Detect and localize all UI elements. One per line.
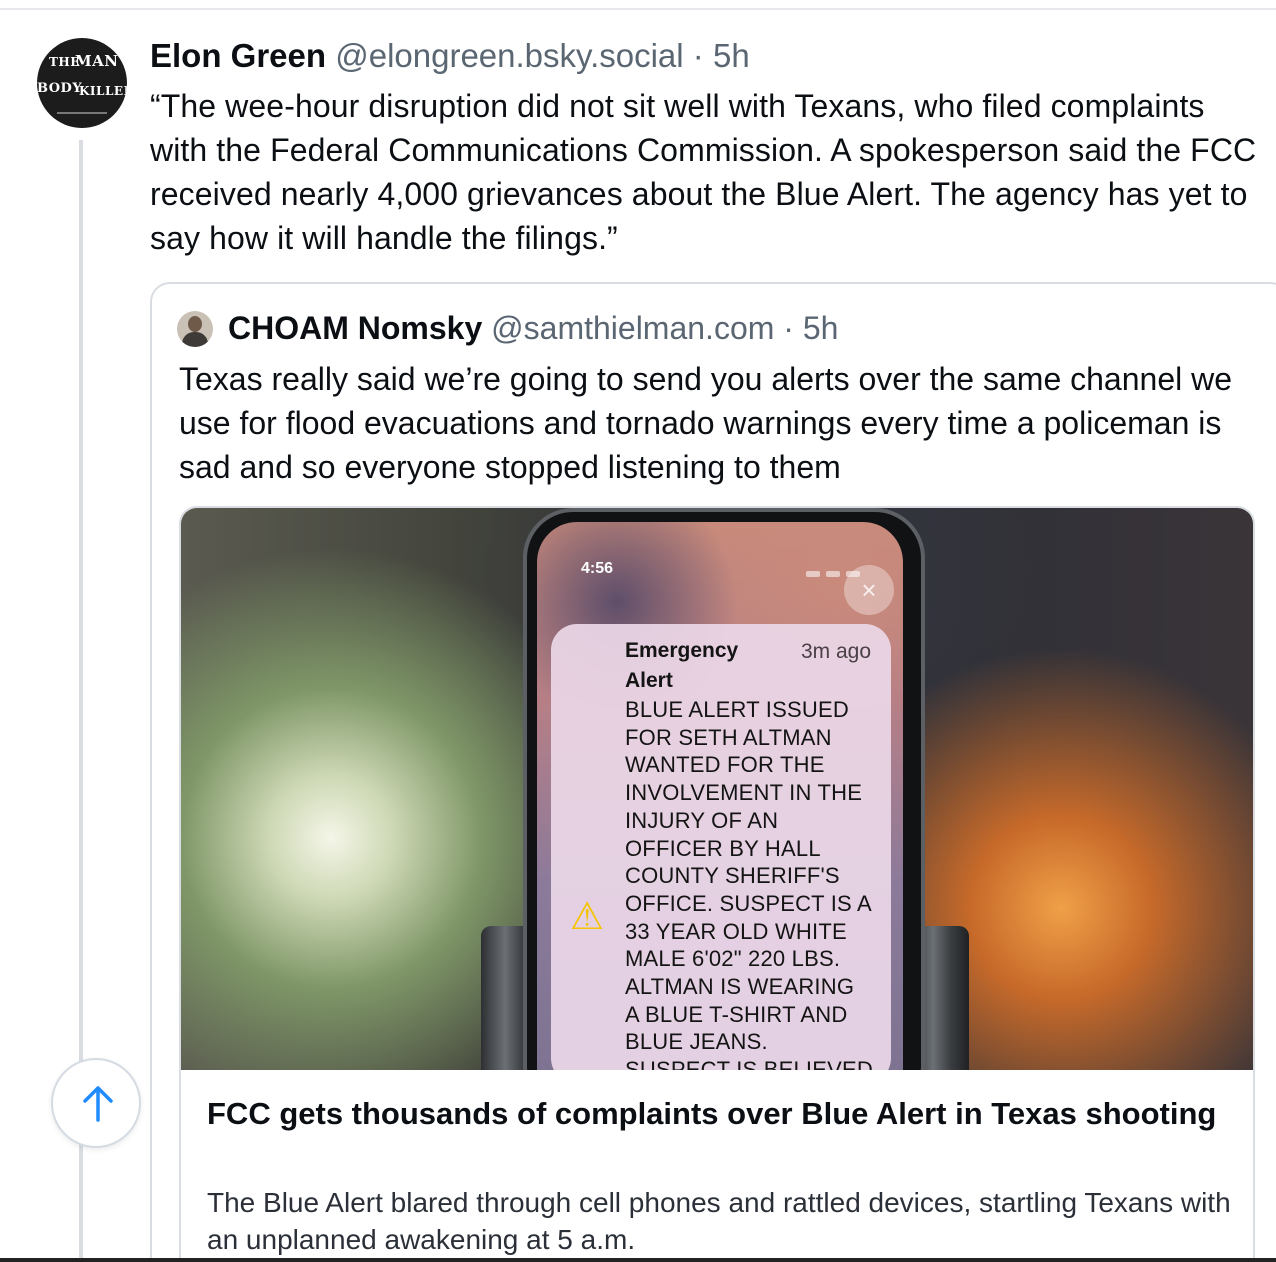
thread-view: THE MAN BODY KILLED Elon Green @elongree…: [0, 0, 1276, 1262]
header-separator: ·: [692, 37, 704, 74]
avatar-text-killed: KILLED: [79, 84, 127, 98]
notification-body: BLUE ALERT ISSUED FOR SETH ALTMAN WANTED…: [625, 696, 890, 1070]
notification-line: ALTMAN IS WEARING: [625, 974, 855, 1000]
post-timestamp[interactable]: 5h: [713, 37, 750, 74]
notification-line: INVOLVEMENT IN THE: [625, 780, 863, 806]
quote-author-name[interactable]: CHOAM Nomsky: [228, 310, 482, 346]
notification-line: COUNTY SHERIFF'S: [625, 863, 840, 889]
scroll-to-top-button[interactable]: [51, 1058, 141, 1148]
post-text: “The wee-hour disruption did not sit wel…: [150, 88, 1257, 256]
link-description: The Blue Alert blared through cell phone…: [207, 1187, 1231, 1255]
close-icon: ×: [844, 565, 894, 615]
avatar-text-body: BODY: [37, 81, 83, 96]
author-avatar[interactable]: THE MAN BODY KILLED: [37, 38, 127, 128]
quote-header-separator: ·: [783, 310, 794, 346]
avatar-head-shape: [188, 316, 202, 332]
notification-line: INJURY OF AN: [625, 807, 779, 833]
avatar-fine-print: [57, 112, 107, 114]
quote-text: Texas really said we’re going to send yo…: [179, 361, 1233, 485]
warning-icon: ⚠: [569, 896, 605, 938]
notification-line: BLUE JEANS.: [625, 1029, 768, 1055]
link-preview-card[interactable]: 4:56 × ⚠ Emergency Alert 3m ago BLUE ALE…: [179, 506, 1255, 1262]
notification-line: WANTED FOR THE: [625, 752, 825, 778]
notification-line: MALE 6'02" 220 LBS.: [625, 946, 841, 972]
link-title[interactable]: FCC gets thousands of complaints over Bl…: [207, 1092, 1237, 1136]
notification-line: FOR SETH ALTMAN: [625, 724, 832, 750]
quote-author-handle[interactable]: @samthielman.com: [491, 310, 774, 346]
author-name[interactable]: Elon Green: [150, 37, 326, 74]
quote-author-avatar[interactable]: [177, 311, 213, 347]
avatar-text-man: MAN: [75, 52, 119, 70]
bottom-divider: [0, 1258, 1276, 1262]
notification-line: SUSPECT IS BELIEVED: [625, 1057, 873, 1070]
arrow-up-icon: [83, 1086, 113, 1122]
notification-line: OFFICE. SUSPECT IS A: [625, 890, 872, 916]
notification-line: A BLUE T-SHIRT AND: [625, 1001, 848, 1027]
notification-line: OFFICER BY HALL: [625, 835, 821, 861]
notification-title: Emergency Alert: [625, 639, 739, 692]
avatar-body-shape: [182, 332, 208, 347]
notification-line: BLUE ALERT ISSUED: [625, 697, 849, 722]
author-handle[interactable]: @elongreen.bsky.social: [335, 37, 683, 74]
link-preview-image: 4:56 × ⚠ Emergency Alert 3m ago BLUE ALE…: [181, 508, 1253, 1070]
quote-header: CHOAM Nomsky @samthielman.com · 5h: [228, 310, 838, 346]
post-header: Elon Green @elongreen.bsky.social · 5h: [150, 38, 750, 74]
notification-line: 33 YEAR OLD WHITE: [625, 918, 847, 944]
top-divider: [0, 8, 1276, 10]
notification-time: 3m ago: [801, 640, 872, 663]
quote-timestamp[interactable]: 5h: [803, 310, 839, 346]
phone-status-time: 4:56: [581, 560, 614, 577]
